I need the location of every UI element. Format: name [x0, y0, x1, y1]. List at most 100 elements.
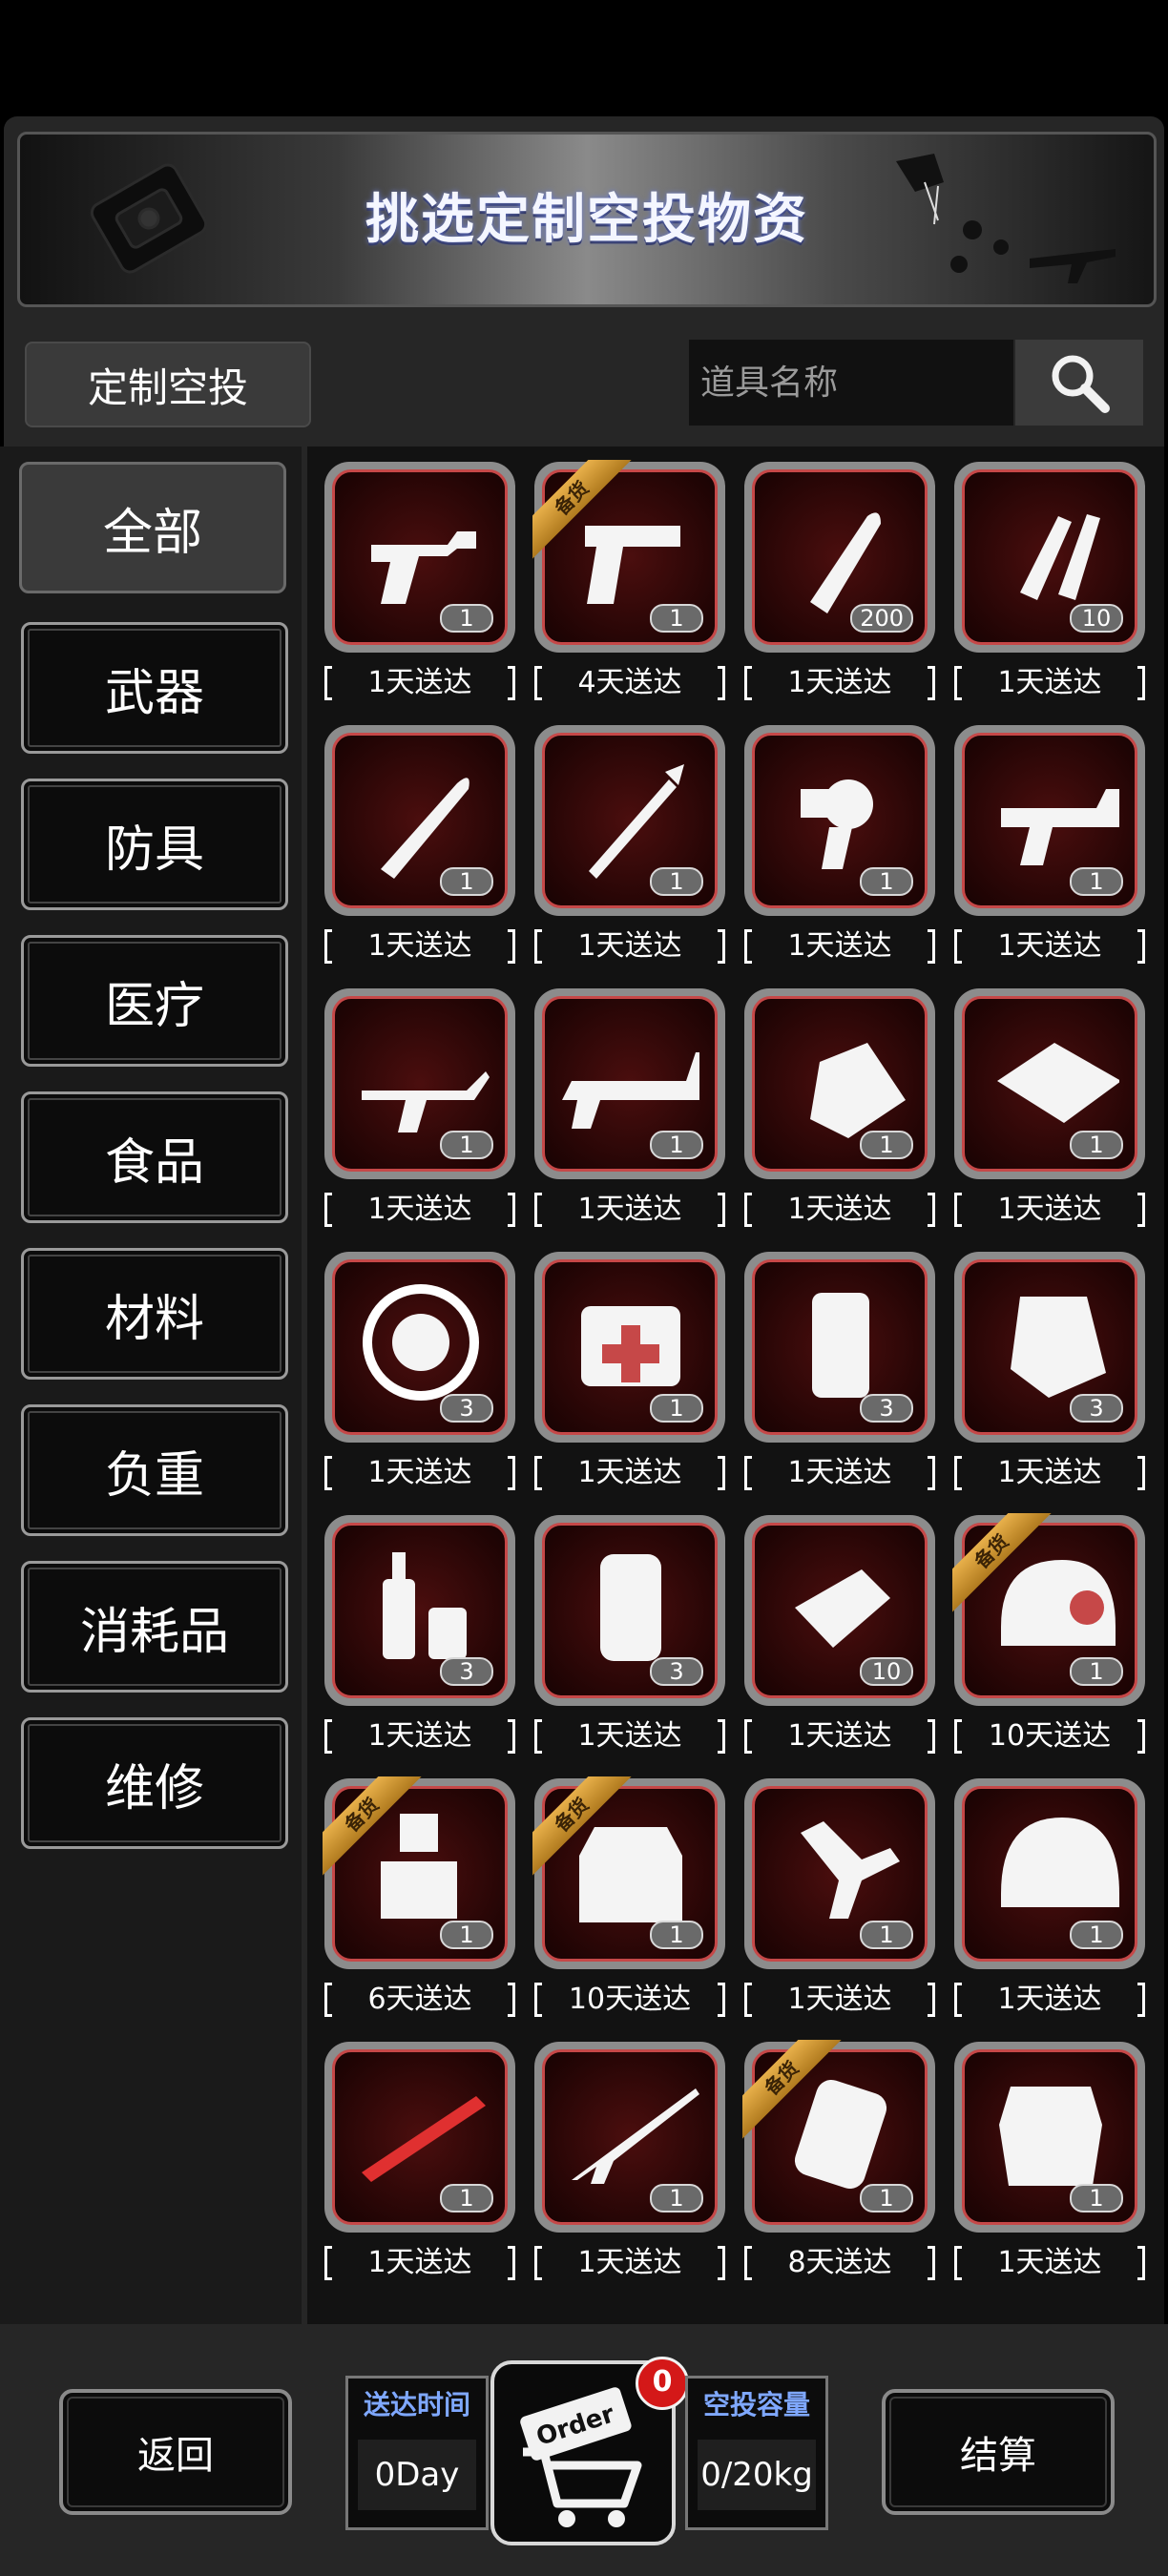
item-card[interactable]: 1 备货 8天送达 — [742, 2040, 935, 2280]
item-card[interactable]: 1 1天送达 — [324, 2042, 515, 2280]
item-quantity: 1 — [440, 867, 493, 896]
item-slot[interactable]: 3 — [534, 1515, 725, 1706]
item-slot[interactable]: 3 — [954, 1252, 1145, 1443]
item-delivery-time: 4天送达 — [534, 662, 725, 704]
item-card[interactable]: 1 1天送达 — [324, 725, 515, 964]
item-slot[interactable]: 1 — [954, 725, 1145, 916]
item-card[interactable]: 1 1天送达 — [954, 988, 1145, 1227]
item-card[interactable]: 1 1天送达 — [954, 1778, 1145, 2017]
checkout-button[interactable]: 结算 — [882, 2389, 1115, 2515]
item-slot[interactable]: 1 — [534, 988, 725, 1179]
item-quantity: 1 — [1070, 1131, 1123, 1159]
blaster-icon — [1001, 789, 1119, 865]
item-delivery-time: 1天送达 — [324, 662, 515, 704]
bottle-and-glass-icon — [383, 1552, 467, 1659]
item-card[interactable]: 1 1天送达 — [534, 1252, 725, 1490]
stock-ribbon: 备货 — [742, 2040, 847, 2145]
item-card[interactable]: 1 1天送达 — [954, 2042, 1145, 2280]
category-6[interactable]: 负重 — [21, 1404, 288, 1536]
item-quantity: 1 — [860, 867, 913, 896]
item-slot-inner: 1 — [332, 469, 508, 645]
spray-bottle-icon — [810, 1043, 906, 1138]
item-delivery-time: 10天送达 — [534, 1979, 725, 2021]
item-card[interactable]: 1 1天送达 — [744, 725, 935, 964]
item-slot[interactable]: 1 — [744, 725, 935, 916]
category-sidebar: 全部武器防具医疗食品材料负重消耗品维修 — [0, 447, 302, 2324]
back-button[interactable]: 返回 — [59, 2389, 292, 2515]
category-2[interactable]: 防具 — [21, 779, 288, 910]
capacity-value: 0/20kg — [698, 2440, 816, 2510]
item-card[interactable]: 3 1天送达 — [744, 1252, 935, 1490]
item-delivery-time: 6天送达 — [324, 1979, 515, 2021]
item-slot[interactable]: 1 — [744, 1778, 935, 1969]
item-card[interactable]: 1 备货 6天送达 — [323, 1776, 515, 2017]
item-slot[interactable]: 10 — [954, 462, 1145, 653]
category-7[interactable]: 消耗品 — [21, 1561, 288, 1693]
item-card[interactable]: 1 1天送达 — [534, 2042, 725, 2280]
category-8[interactable]: 维修 — [21, 1717, 288, 1849]
item-slot-inner: 1 — [752, 1786, 928, 1962]
item-card[interactable]: 10 1天送达 — [744, 1515, 935, 1754]
stock-ribbon-label: 备货 — [532, 460, 634, 560]
item-slot-inner: 10 — [752, 1523, 928, 1698]
item-quantity: 3 — [440, 1394, 493, 1423]
item-card[interactable]: 1 备货 10天送达 — [952, 1513, 1145, 1754]
item-slot-inner: 3 — [332, 1523, 508, 1698]
category-4[interactable]: 食品 — [21, 1091, 288, 1223]
stock-ribbon: 备货 — [323, 1776, 428, 1881]
item-slot[interactable]: 1 — [954, 2042, 1145, 2233]
item-slot[interactable]: 3 — [744, 1252, 935, 1443]
item-slot[interactable]: 1 — [324, 462, 515, 653]
item-card[interactable]: 1 1天送达 — [324, 462, 515, 700]
category-1[interactable]: 武器 — [21, 622, 288, 754]
knife-icon — [381, 778, 469, 879]
category-5[interactable]: 材料 — [21, 1248, 288, 1380]
item-card[interactable]: 3 1天送达 — [954, 1252, 1145, 1490]
item-card[interactable]: 200 1天送达 — [744, 462, 935, 700]
item-card[interactable]: 1 1天送达 — [744, 988, 935, 1227]
food-plate-icon — [363, 1284, 479, 1401]
item-slot[interactable]: 1 — [744, 988, 935, 1179]
item-slot[interactable]: 1 — [324, 988, 515, 1179]
item-slot[interactable]: 3 — [324, 1252, 515, 1443]
rocket-launcher-icon — [362, 2096, 486, 2182]
item-card[interactable]: 1 备货 10天送达 — [532, 1776, 725, 2017]
tab-custom-airdrop[interactable]: 定制空投 — [25, 342, 311, 427]
stock-ribbon: 备货 — [532, 460, 637, 565]
item-slot[interactable]: 3 — [324, 1515, 515, 1706]
item-slot[interactable]: 1 — [534, 2042, 725, 2233]
item-delivery-time: 1天送达 — [954, 1189, 1145, 1231]
item-delivery-time: 1天送达 — [744, 1715, 935, 1757]
item-card[interactable]: 1 1天送达 — [324, 988, 515, 1227]
delivery-time-value: 0Day — [358, 2440, 476, 2510]
category-0[interactable]: 全部 — [19, 462, 286, 593]
item-card[interactable]: 10 1天送达 — [954, 462, 1145, 700]
item-card[interactable]: 1 1天送达 — [534, 725, 725, 964]
search-button[interactable] — [1015, 340, 1143, 426]
chocolate-icon — [1011, 1297, 1106, 1398]
item-card[interactable]: 1 1天送达 — [534, 988, 725, 1227]
item-delivery-time: 1天送达 — [324, 1189, 515, 1231]
item-slot[interactable]: 200 — [744, 462, 935, 653]
item-slot[interactable]: 1 — [324, 725, 515, 916]
item-quantity: 1 — [1070, 867, 1123, 896]
item-slot[interactable]: 1 — [324, 2042, 515, 2233]
item-card[interactable]: 1 1天送达 — [954, 725, 1145, 964]
item-slot-inner: 1 — [542, 733, 718, 908]
item-slot[interactable]: 1 — [954, 988, 1145, 1179]
search-input[interactable] — [689, 340, 1013, 426]
item-slot[interactable]: 1 — [534, 725, 725, 916]
item-quantity: 3 — [860, 1394, 913, 1423]
item-quantity: 1 — [650, 1131, 703, 1159]
item-slot[interactable]: 1 — [954, 1778, 1145, 1969]
item-card[interactable]: 1 1天送达 — [744, 1778, 935, 2017]
item-card[interactable]: 3 1天送达 — [324, 1515, 515, 1754]
item-card[interactable]: 1 备货 4天送达 — [532, 460, 725, 700]
item-card[interactable]: 3 1天送达 — [534, 1515, 725, 1754]
item-slot-inner: 1 — [542, 2049, 718, 2225]
stock-ribbon-label: 备货 — [952, 1513, 1053, 1613]
item-slot[interactable]: 10 — [744, 1515, 935, 1706]
item-slot[interactable]: 1 — [534, 1252, 725, 1443]
category-3[interactable]: 医疗 — [21, 935, 288, 1067]
item-card[interactable]: 3 1天送达 — [324, 1252, 515, 1490]
